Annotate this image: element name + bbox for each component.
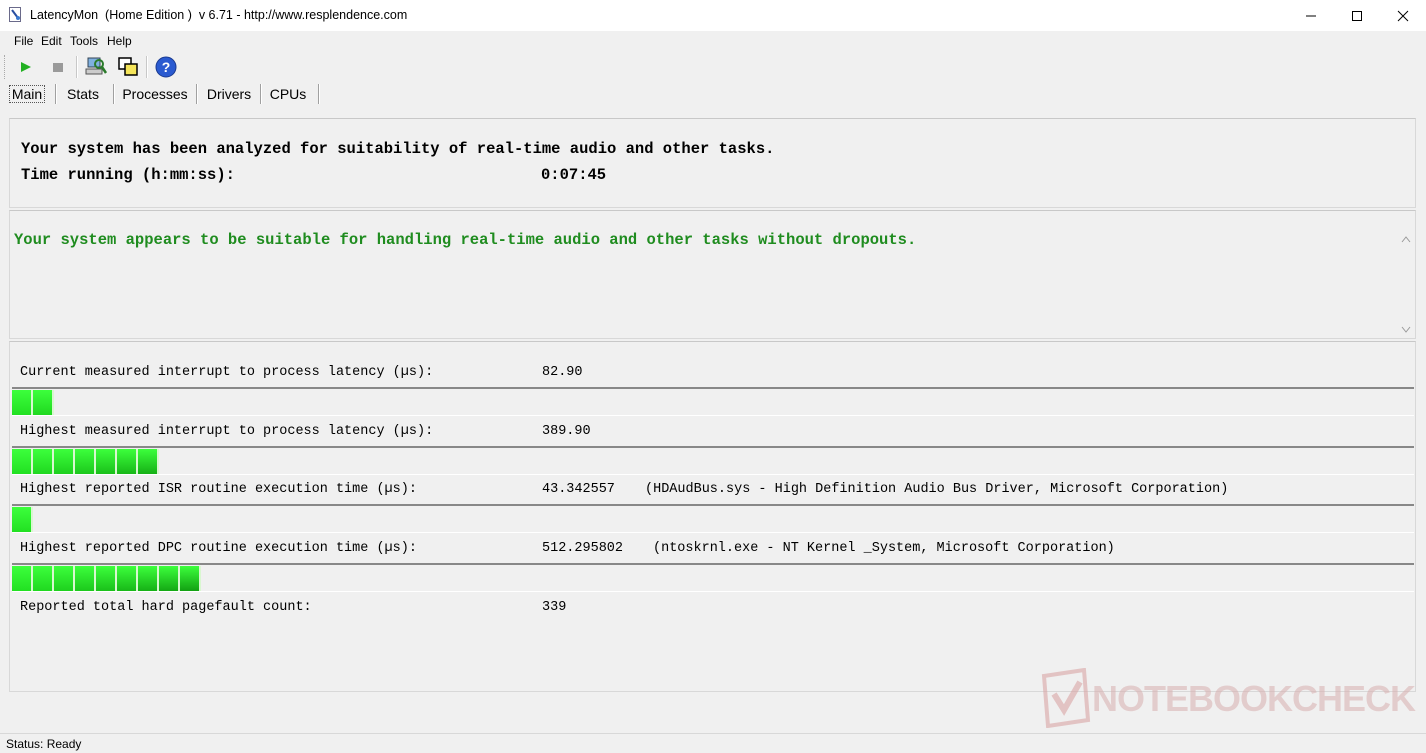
computer-search-icon bbox=[85, 57, 108, 75]
window-title: LatencyMon (Home Edition ) v 6.71 - http… bbox=[30, 8, 408, 22]
bar-segment bbox=[138, 449, 159, 474]
highest-latency-bar bbox=[12, 446, 1414, 475]
bar-segment bbox=[54, 566, 75, 591]
current-latency-bar bbox=[12, 387, 1414, 416]
title-bar: LatencyMon (Home Edition ) v 6.71 - http… bbox=[0, 0, 1426, 31]
isr-time-bar-fill bbox=[12, 507, 33, 532]
tab-cpus-label: CPUs bbox=[269, 86, 307, 102]
bar-segment bbox=[75, 566, 96, 591]
stop-icon bbox=[53, 63, 63, 72]
close-button[interactable] bbox=[1380, 0, 1426, 31]
bar-segment bbox=[12, 566, 33, 591]
svg-text:?: ? bbox=[162, 59, 171, 75]
current-latency-value: 82.90 bbox=[542, 365, 583, 380]
isr-time-value: 43.342557 bbox=[542, 482, 615, 497]
close-icon bbox=[1397, 10, 1409, 22]
help-button[interactable]: ? bbox=[154, 55, 178, 79]
dpc-time-value: 512.295802 bbox=[542, 541, 624, 556]
bar-segment bbox=[96, 566, 117, 591]
bar-segment bbox=[117, 566, 138, 591]
play-icon bbox=[21, 62, 31, 72]
help-icon: ? bbox=[155, 56, 177, 78]
tab-main-label: Main bbox=[8, 85, 46, 103]
maximize-button[interactable] bbox=[1334, 0, 1380, 31]
bar-segment bbox=[180, 566, 201, 591]
tab-separator bbox=[196, 84, 198, 104]
menu-bar: File Edit Tools Help bbox=[0, 31, 1426, 51]
bar-segment bbox=[12, 449, 33, 474]
tab-separator bbox=[113, 84, 115, 104]
isr-time-bar bbox=[12, 504, 1414, 533]
start-button[interactable] bbox=[14, 55, 38, 79]
scroll-down-icon[interactable] bbox=[1401, 326, 1411, 334]
windows-icon bbox=[118, 57, 138, 76]
stop-button[interactable] bbox=[46, 55, 70, 79]
tab-processes[interactable]: Processes bbox=[116, 82, 194, 106]
tab-processes-label: Processes bbox=[122, 86, 188, 102]
current-latency-label: Current measured interrupt to process la… bbox=[20, 365, 434, 380]
bar-segment bbox=[96, 449, 117, 474]
metrics-panel: Current measured interrupt to process la… bbox=[9, 341, 1416, 692]
minimize-icon bbox=[1306, 15, 1316, 17]
tab-stats[interactable]: Stats bbox=[58, 82, 108, 106]
bar-segment bbox=[117, 449, 138, 474]
pagefault-value: 339 bbox=[542, 600, 567, 615]
menu-edit[interactable]: Edit bbox=[41, 34, 62, 48]
app-icon bbox=[9, 7, 21, 22]
highest-latency-label: Highest measured interrupt to process la… bbox=[20, 424, 434, 439]
bar-segment bbox=[33, 449, 54, 474]
dpc-time-label: Highest reported DPC routine execution t… bbox=[20, 541, 417, 556]
computer-search-button[interactable] bbox=[84, 55, 108, 79]
menu-file[interactable]: File bbox=[14, 34, 33, 48]
analysis-summary: Your system has been analyzed for suitab… bbox=[21, 140, 775, 158]
toolbar-grip bbox=[4, 55, 7, 79]
time-running-label: Time running (h:mm:ss): bbox=[21, 166, 235, 184]
tab-separator bbox=[260, 84, 262, 104]
scroll-up-icon[interactable] bbox=[1401, 235, 1411, 243]
menu-help[interactable]: Help bbox=[107, 34, 132, 48]
windows-button[interactable] bbox=[116, 55, 140, 79]
toolbar: ? bbox=[0, 52, 1426, 81]
highest-latency-value: 389.90 bbox=[542, 424, 591, 439]
tab-separator bbox=[318, 84, 320, 104]
isr-time-label: Highest reported ISR routine execution t… bbox=[20, 482, 417, 497]
status-bar: Status: Ready bbox=[0, 733, 1426, 753]
bar-segment bbox=[33, 390, 54, 415]
bar-segment bbox=[159, 566, 180, 591]
tab-drivers-label: Drivers bbox=[206, 86, 252, 102]
minimize-button[interactable] bbox=[1288, 0, 1334, 31]
verdict-panel: Your system appears to be suitable for h… bbox=[9, 210, 1416, 339]
bar-segment bbox=[33, 566, 54, 591]
notebookcheck-watermark: NOTEBOOKCHECK bbox=[1040, 668, 1420, 728]
bar-segment bbox=[54, 449, 75, 474]
tab-strip: Main Stats Processes Drivers CPUs bbox=[0, 82, 1426, 106]
maximize-icon bbox=[1352, 11, 1362, 21]
bar-segment bbox=[12, 507, 33, 532]
watermark-check-icon bbox=[1041, 668, 1091, 728]
toolbar-separator bbox=[146, 56, 148, 78]
bar-segment bbox=[75, 449, 96, 474]
dpc-time-bar bbox=[12, 563, 1414, 592]
tab-main[interactable]: Main bbox=[4, 82, 50, 106]
tab-cpus[interactable]: CPUs bbox=[264, 82, 312, 106]
watermark-text: NOTEBOOKCHECK bbox=[1092, 678, 1416, 719]
dpc-time-bar-fill bbox=[12, 566, 201, 591]
bar-segment bbox=[138, 566, 159, 591]
highest-latency-bar-fill bbox=[12, 449, 159, 474]
isr-driver-detail: (HDAudBus.sys - High Definition Audio Bu… bbox=[645, 482, 1229, 497]
time-running-value: 0:07:45 bbox=[541, 166, 607, 184]
tab-stats-label: Stats bbox=[67, 86, 99, 102]
tab-drivers[interactable]: Drivers bbox=[200, 82, 258, 106]
summary-panel: Your system has been analyzed for suitab… bbox=[9, 118, 1416, 208]
status-text: Status: Ready bbox=[6, 737, 82, 751]
pagefault-label: Reported total hard pagefault count: bbox=[20, 600, 312, 615]
dpc-driver-detail: (ntoskrnl.exe - NT Kernel _System, Micro… bbox=[653, 541, 1115, 556]
bar-segment bbox=[12, 390, 33, 415]
toolbar-separator bbox=[76, 56, 78, 78]
tab-separator bbox=[55, 84, 57, 104]
verdict-text: Your system appears to be suitable for h… bbox=[14, 231, 917, 249]
current-latency-bar-fill bbox=[12, 390, 54, 415]
menu-tools[interactable]: Tools bbox=[70, 34, 98, 48]
